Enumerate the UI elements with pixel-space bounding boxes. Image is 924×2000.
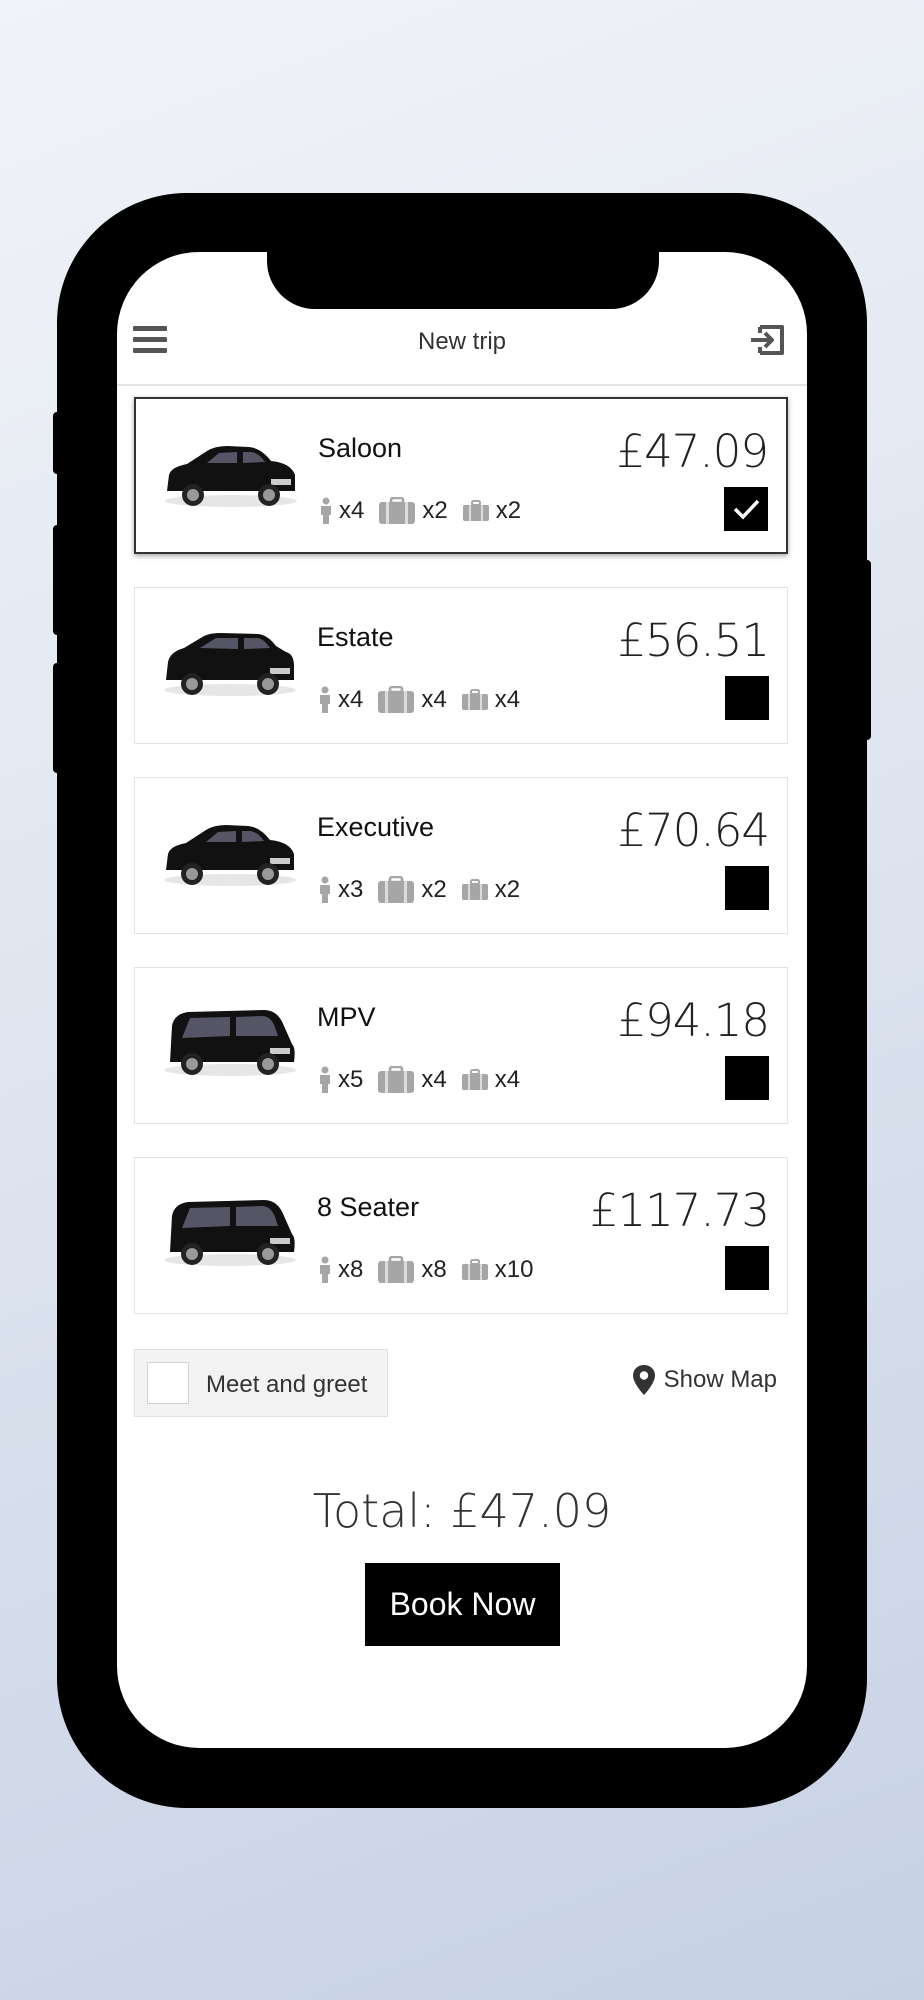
large-luggage-count: x4: [421, 1066, 447, 1093]
large-luggage-icon: [378, 686, 415, 713]
passenger-count: x5: [338, 1066, 364, 1093]
small-luggage-count: x2: [495, 497, 522, 524]
large-luggage-capacity: x8: [377, 1256, 447, 1284]
large-luggage-count: x8: [421, 1256, 447, 1283]
small-luggage-icon: [461, 1259, 488, 1280]
passenger-icon: [320, 876, 330, 903]
book-now-button[interactable]: Book Now: [365, 1563, 560, 1646]
phone-side-button: [53, 525, 61, 635]
vehicle-select-checkbox[interactable]: [724, 487, 768, 531]
car-image-van: [164, 1200, 296, 1266]
logout-icon[interactable]: [748, 319, 790, 361]
passenger-capacity: x4: [318, 686, 363, 714]
small-luggage-capacity: x4: [461, 1066, 520, 1094]
checkmark-icon: [733, 499, 760, 520]
small-luggage-capacity: x2: [462, 497, 521, 525]
small-luggage-icon: [461, 879, 488, 900]
vehicle-capacity: x4 x2 x2: [319, 495, 535, 527]
small-luggage-count: x4: [494, 686, 521, 713]
passenger-count: x4: [338, 686, 364, 713]
small-luggage-count: x10: [494, 1256, 534, 1283]
small-luggage-capacity: x2: [461, 876, 520, 904]
show-map-label: Show Map: [663, 1366, 777, 1393]
large-luggage-capacity: x4: [377, 1066, 447, 1094]
vehicle-card-executive[interactable]: Executive £70.64 x3 x2 x2: [134, 777, 788, 934]
vehicle-capacity: x4 x4 x4: [318, 684, 534, 716]
car-image-executive: [164, 825, 296, 886]
small-luggage-count: x2: [494, 876, 521, 903]
vehicle-name: MPV: [317, 1002, 376, 1032]
passenger-capacity: x5: [318, 1066, 363, 1094]
small-luggage-icon: [462, 500, 489, 521]
large-luggage-icon: [379, 497, 416, 524]
phone-side-button: [53, 663, 61, 773]
vehicle-price: £47.09: [616, 425, 769, 478]
large-luggage-count: x2: [422, 497, 448, 524]
vehicle-capacity: x8 x8 x10: [318, 1254, 547, 1286]
large-luggage-capacity: x2: [377, 876, 447, 904]
large-luggage-capacity: x4: [377, 686, 447, 714]
vehicle-select-checkbox[interactable]: [725, 1246, 769, 1290]
vehicle-capacity: x3 x2 x2: [318, 874, 534, 906]
meet-and-greet-checkbox[interactable]: [147, 1362, 189, 1404]
vehicle-card-estate[interactable]: Estate £56.51 x4 x4 x4: [134, 587, 788, 744]
car-image-mpv: [164, 1010, 296, 1076]
vehicle-name: 8 Seater: [317, 1192, 420, 1222]
small-luggage-capacity: x10: [461, 1256, 534, 1284]
meet-and-greet-option[interactable]: Meet and greet: [134, 1349, 388, 1417]
small-luggage-capacity: x4: [461, 686, 520, 714]
vehicle-price: £56.51: [617, 614, 770, 667]
small-luggage-icon: [461, 689, 488, 710]
total-price: Total: £47.09: [312, 1484, 612, 1538]
vehicle-select-checkbox[interactable]: [725, 866, 769, 910]
passenger-icon: [320, 1256, 330, 1283]
app-screen: New trip Saloon £47.09 x4 x2 x2 Estate £56.51 x…: [117, 252, 807, 1748]
page-title: New trip: [417, 328, 507, 355]
passenger-icon: [320, 686, 330, 713]
app-header: New trip: [117, 302, 807, 386]
phone-notch: [267, 252, 659, 309]
meet-and-greet-label: Meet and greet: [206, 1371, 368, 1398]
passenger-capacity: x8: [318, 1256, 363, 1284]
vehicle-price: £70.64: [617, 804, 770, 857]
vehicle-capacity: x5 x4 x4: [318, 1064, 534, 1096]
vehicle-select-checkbox[interactable]: [725, 676, 769, 720]
map-pin-icon: [632, 1365, 655, 1395]
vehicle-select-checkbox[interactable]: [725, 1056, 769, 1100]
large-luggage-capacity: x2: [378, 497, 448, 525]
large-luggage-count: x2: [421, 876, 447, 903]
large-luggage-icon: [378, 1066, 415, 1093]
car-image-estate: [164, 633, 296, 696]
passenger-count: x4: [339, 497, 365, 524]
large-luggage-icon: [378, 876, 415, 903]
large-luggage-icon: [378, 1256, 415, 1283]
small-luggage-icon: [461, 1069, 488, 1090]
small-luggage-count: x4: [494, 1066, 521, 1093]
passenger-count: x3: [338, 876, 364, 903]
passenger-icon: [320, 1066, 330, 1093]
large-luggage-count: x4: [421, 686, 447, 713]
vehicle-name: Estate: [317, 622, 394, 652]
passenger-capacity: x4: [319, 497, 364, 525]
vehicle-name: Saloon: [318, 433, 403, 463]
phone-side-button: [863, 560, 871, 740]
vehicle-card-mpv[interactable]: MPV £94.18 x5 x4 x4: [134, 967, 788, 1124]
passenger-count: x8: [338, 1256, 364, 1283]
vehicle-card-saloon[interactable]: Saloon £47.09 x4 x2 x2: [134, 397, 788, 554]
phone-side-button: [53, 412, 61, 474]
show-map-link[interactable]: Show Map: [632, 1364, 777, 1396]
car-image-saloon: [165, 446, 297, 507]
vehicle-price: £94.18: [617, 994, 770, 1047]
passenger-icon: [321, 497, 331, 524]
vehicle-price: £117.73: [589, 1184, 770, 1237]
vehicle-name: Executive: [317, 812, 435, 842]
vehicle-card-8-seater[interactable]: 8 Seater £117.73 x8 x8 x10: [134, 1157, 788, 1314]
passenger-capacity: x3: [318, 876, 363, 904]
